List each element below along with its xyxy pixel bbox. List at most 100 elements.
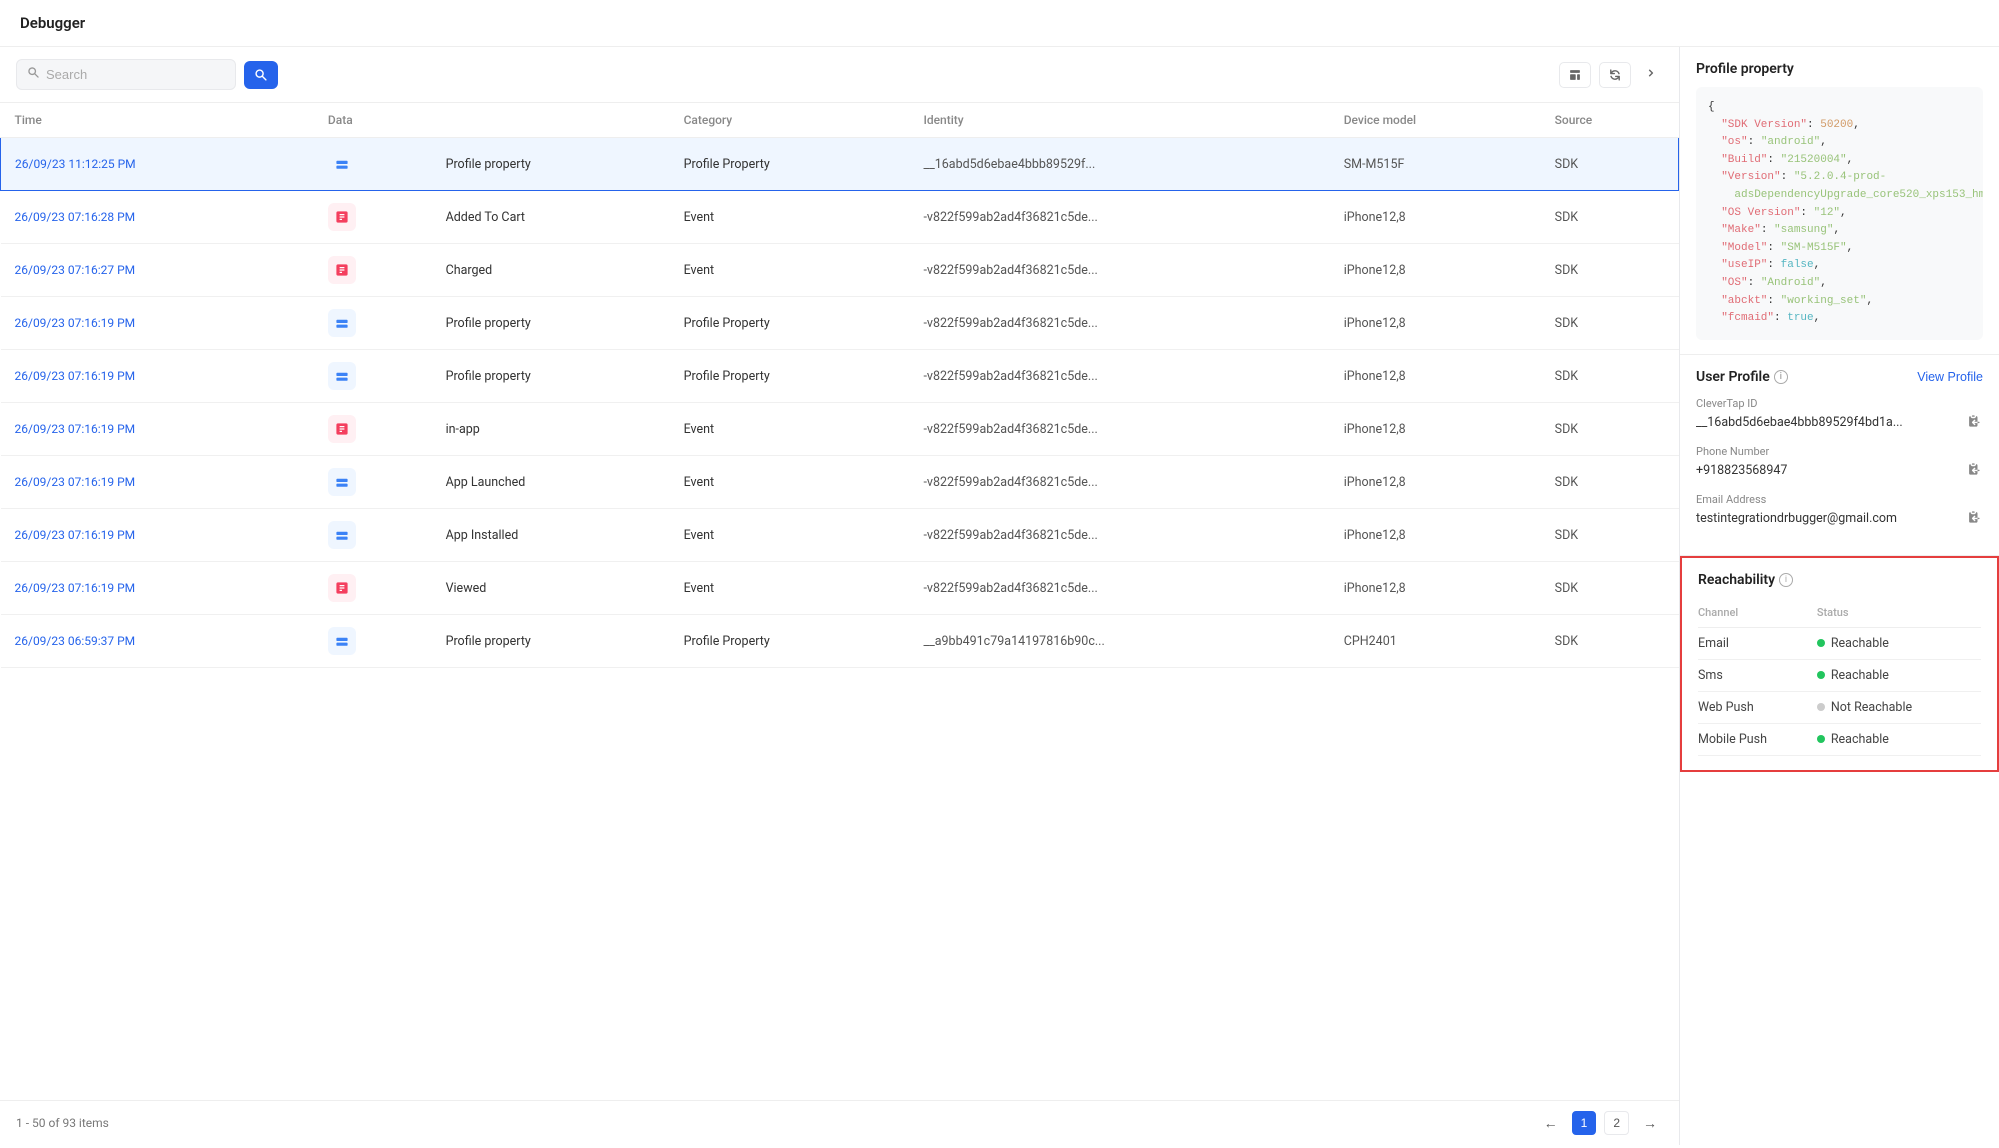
cell-category: Profile Property (670, 615, 910, 668)
pagination-page-2[interactable]: 2 (1604, 1111, 1629, 1135)
pagination-page-1[interactable]: 1 (1572, 1111, 1597, 1135)
channel-status: Reachable (1817, 627, 1981, 659)
cell-identity: -v822f599ab2ad4f36821c5de... (909, 191, 1329, 244)
cell-source: SDK (1541, 244, 1679, 297)
table-row[interactable]: 26/09/23 07:16:27 PM Charged Event -v822… (1, 244, 1679, 297)
cell-time: 26/09/23 07:16:28 PM (1, 191, 314, 244)
pagination-next[interactable]: → (1637, 1111, 1663, 1135)
json-view: { "SDK Version": 50200, "os": "android",… (1696, 87, 1983, 340)
user-profile-header: User Profile i View Profile (1696, 369, 1983, 385)
cell-source: SDK (1541, 350, 1679, 403)
cell-device: iPhone12,8 (1330, 244, 1541, 297)
cell-time: 26/09/23 07:16:19 PM (1, 403, 314, 456)
cell-time: 26/09/23 07:16:19 PM (1, 562, 314, 615)
copy-clevertap-id-button[interactable] (1965, 412, 1983, 433)
cell-device: iPhone12,8 (1330, 456, 1541, 509)
cell-data-icon (314, 615, 432, 668)
status-dot (1817, 735, 1825, 743)
cell-category: Event (670, 403, 910, 456)
cell-data-icon (314, 562, 432, 615)
cell-identity: -v822f599ab2ad4f36821c5de... (909, 350, 1329, 403)
cell-time: 26/09/23 06:59:37 PM (1, 615, 314, 668)
left-panel: Time Data Category Identity Device model… (0, 47, 1679, 1145)
cell-category: Profile Property (670, 297, 910, 350)
cell-source: SDK (1541, 509, 1679, 562)
copy-email-button[interactable] (1965, 508, 1983, 529)
refresh-button[interactable] (1599, 62, 1631, 88)
channel-name: Sms (1698, 659, 1817, 691)
clevertap-id-field: CleverTap ID __16abd5d6ebae4bbb89529f4bd… (1696, 397, 1983, 433)
col-source: Source (1541, 103, 1679, 138)
cell-category: Event (670, 456, 910, 509)
cell-data-label: in-app (432, 403, 670, 456)
search-container (16, 59, 236, 90)
copy-phone-button[interactable] (1965, 460, 1983, 481)
search-icon (27, 66, 40, 83)
cell-time: 26/09/23 07:16:19 PM (1, 350, 314, 403)
cell-identity: -v822f599ab2ad4f36821c5de... (909, 562, 1329, 615)
search-input[interactable] (46, 67, 225, 82)
cell-source: SDK (1541, 615, 1679, 668)
col-device: Device model (1330, 103, 1541, 138)
cell-device: iPhone12,8 (1330, 403, 1541, 456)
right-panel: Profile property { "SDK Version": 50200,… (1679, 47, 1999, 1145)
reachability-header-row: Channel Status (1698, 602, 1981, 628)
table-row[interactable]: 26/09/23 07:16:19 PM Viewed Event -v822f… (1, 562, 1679, 615)
status-label: Reachable (1831, 732, 1889, 747)
cell-identity: -v822f599ab2ad4f36821c5de... (909, 297, 1329, 350)
reachability-info-icon[interactable]: i (1779, 573, 1793, 587)
cell-time: 26/09/23 07:16:19 PM (1, 456, 314, 509)
table-row[interactable]: 26/09/23 06:59:37 PM Profile property Pr… (1, 615, 1679, 668)
search-button[interactable] (244, 61, 278, 89)
toolbar (0, 47, 1679, 103)
cell-source: SDK (1541, 297, 1679, 350)
channel-name: Web Push (1698, 691, 1817, 723)
cell-source: SDK (1541, 562, 1679, 615)
property-section: Profile property { "SDK Version": 50200,… (1680, 47, 1999, 355)
clevertap-id-label: CleverTap ID (1696, 397, 1983, 410)
table-row[interactable]: 26/09/23 07:16:19 PM App Launched Event … (1, 456, 1679, 509)
cell-device: iPhone12,8 (1330, 350, 1541, 403)
cell-data-label: Profile property (432, 138, 670, 191)
table-row[interactable]: 26/09/23 07:16:19 PM Profile property Pr… (1, 297, 1679, 350)
clevertap-id-value: __16abd5d6ebae4bbb89529f4bd1a... (1696, 415, 1903, 430)
phone-field: Phone Number +918823568947 (1696, 445, 1983, 481)
reachability-header: Reachability i (1698, 572, 1981, 588)
table-row[interactable]: 26/09/23 07:16:19 PM App Installed Event… (1, 509, 1679, 562)
reachability-row: Mobile Push Reachable (1698, 723, 1981, 755)
cell-data-label: Viewed (432, 562, 670, 615)
cell-identity: -v822f599ab2ad4f36821c5de... (909, 456, 1329, 509)
user-profile-info-icon[interactable]: i (1774, 370, 1788, 384)
channel-status: Reachable (1817, 723, 1981, 755)
col-data: Data (314, 103, 670, 138)
table-row[interactable]: 26/09/23 07:16:28 PM Added To Cart Event… (1, 191, 1679, 244)
channel-status: Reachable (1817, 659, 1981, 691)
table-row[interactable]: 26/09/23 07:16:19 PM in-app Event -v822f… (1, 403, 1679, 456)
cell-identity: -v822f599ab2ad4f36821c5de... (909, 403, 1329, 456)
view-profile-button[interactable]: View Profile (1917, 370, 1983, 384)
cell-device: iPhone12,8 (1330, 191, 1541, 244)
reachability-title: Reachability (1698, 572, 1775, 588)
cell-time: 26/09/23 07:16:27 PM (1, 244, 314, 297)
col-identity: Identity (909, 103, 1329, 138)
status-dot (1817, 639, 1825, 647)
pagination-prev[interactable]: ← (1538, 1111, 1564, 1135)
user-profile-title: User Profile i (1696, 369, 1788, 385)
phone-value: +918823568947 (1696, 463, 1787, 478)
cell-device: CPH2401 (1330, 615, 1541, 668)
cell-data-label: Profile property (432, 350, 670, 403)
property-section-title: Profile property (1696, 61, 1983, 77)
columns-button[interactable] (1559, 62, 1591, 88)
table-row[interactable]: 26/09/23 07:16:19 PM Profile property Pr… (1, 350, 1679, 403)
cell-category: Event (670, 244, 910, 297)
table-row[interactable]: 26/09/23 11:12:25 PM Profile property Pr… (1, 138, 1679, 191)
cell-identity: __16abd5d6ebae4bbb89529f... (909, 138, 1329, 191)
collapse-button[interactable] (1639, 61, 1663, 88)
status-dot (1817, 703, 1825, 711)
cell-device: SM-M515F (1330, 138, 1541, 191)
cell-data-label: Charged (432, 244, 670, 297)
pagination-info: 1 - 50 of 93 items (16, 1116, 109, 1130)
cell-data-label: App Launched (432, 456, 670, 509)
status-label: Not Reachable (1831, 700, 1912, 715)
cell-data-icon (314, 138, 432, 191)
